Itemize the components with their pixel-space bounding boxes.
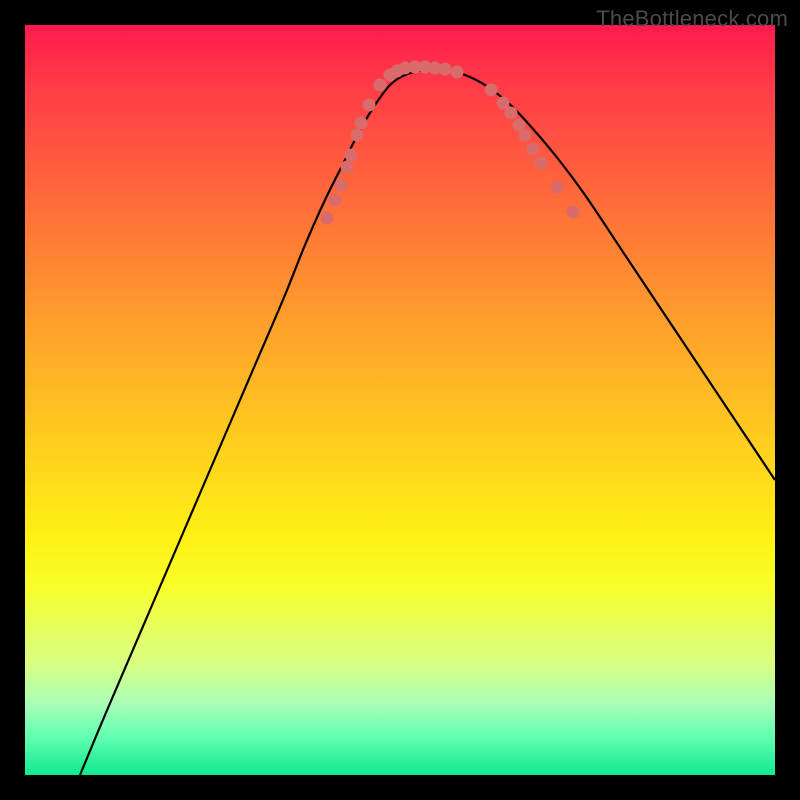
curve-dot (335, 179, 348, 192)
curve-dot (485, 84, 498, 97)
curve-dot (321, 212, 334, 225)
curve-dot (535, 157, 548, 170)
curve-dot (355, 117, 368, 130)
curve-dot (341, 161, 354, 174)
curve-dot (505, 107, 518, 120)
curve-dot (439, 63, 452, 76)
curve-dot (527, 143, 540, 156)
curve-dot (329, 194, 342, 207)
curve-dot (551, 181, 564, 194)
curve-dots-group (321, 61, 580, 225)
curve-dot (451, 66, 464, 79)
curve-dot (374, 79, 387, 92)
chart-frame (25, 25, 775, 775)
curve-dot (519, 129, 532, 142)
bottleneck-chart (25, 25, 775, 775)
watermark-text: TheBottleneck.com (596, 6, 788, 32)
curve-dot (567, 206, 580, 219)
curve-dot (363, 99, 376, 112)
curve-dot (345, 149, 358, 162)
bottleneck-curve (80, 69, 775, 775)
curve-dot (351, 129, 364, 142)
